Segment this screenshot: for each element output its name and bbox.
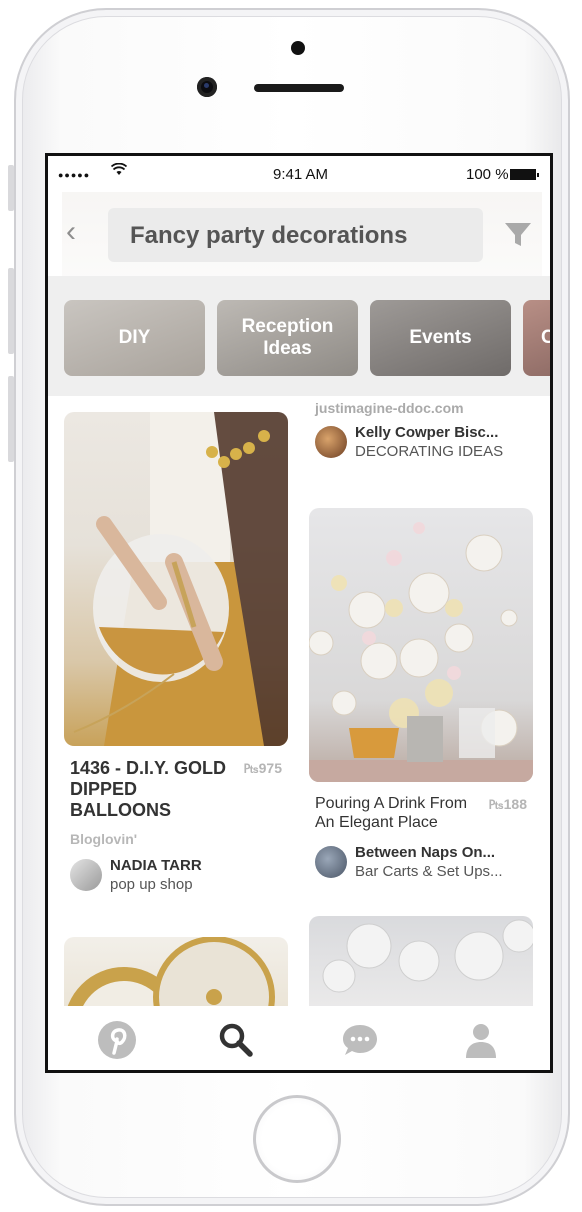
pin-save-count-value: 188	[503, 796, 527, 812]
pin-save-count: ₧188	[488, 796, 527, 812]
pinner-avatar[interactable]	[315, 426, 347, 458]
pin-save-icon: ₧	[243, 760, 259, 776]
pin-image-gold-balloon[interactable]	[64, 412, 288, 746]
feed-column-left: 1436 - D.I.Y. GOLD DIPPED BALLOONS ₧975 …	[64, 412, 288, 1006]
pin-image-paper-fans[interactable]	[64, 937, 288, 1006]
volume-up-button	[8, 268, 14, 354]
battery-percentage: 100 %	[466, 166, 509, 183]
app-screen: ●●●●● 9:41 AM 100 % ‹ Fancy party decora…	[45, 153, 553, 1073]
pinner-name: Kelly Cowper Bisc...	[355, 424, 499, 441]
feed-column-right: justimagine-ddoc.com Kelly Cowper Bisc..…	[309, 396, 533, 1006]
guided-search-strip: DIY Reception Ideas Events C	[48, 276, 550, 396]
pin-source[interactable]: justimagine-ddoc.com	[309, 400, 533, 416]
pinner-avatar[interactable]	[70, 859, 102, 891]
pin-title-row: Pouring A Drink From An Elegant Place ₧1…	[309, 794, 533, 832]
signal-strength-icon: ●●●●●	[58, 170, 91, 180]
status-time: 9:41 AM	[273, 166, 329, 183]
proximity-sensor	[291, 41, 305, 55]
guide-chip-label: Events	[409, 327, 472, 348]
guide-chip-diy[interactable]: DIY	[64, 300, 205, 376]
search-input[interactable]: Fancy party decorations	[108, 208, 483, 262]
battery-icon	[510, 169, 539, 180]
pin-source[interactable]: Bloglovin'	[64, 831, 288, 847]
volume-down-button	[8, 376, 14, 462]
paper-fans-illustration	[67, 937, 275, 1006]
guide-chip-partial[interactable]: C	[523, 300, 550, 376]
gold-balloon-illustration	[73, 412, 288, 746]
pinner-name: NADIA TARR	[110, 857, 202, 874]
guide-chip-label: Reception Ideas	[241, 316, 334, 359]
board-name: Bar Carts & Set Ups...	[355, 863, 503, 880]
pin-attribution[interactable]: NADIA TARR pop up shop	[64, 857, 288, 895]
balloon-window-illustration	[322, 919, 533, 993]
guide-chip-reception-ideas[interactable]: Reception Ideas	[217, 300, 358, 376]
pin-image-drink-station[interactable]	[309, 508, 533, 782]
pinterest-logo-icon[interactable]	[97, 1020, 137, 1060]
filter-icon[interactable]	[504, 222, 532, 248]
pinner-avatar[interactable]	[315, 846, 347, 878]
pin-save-count-value: 975	[258, 760, 282, 776]
status-bar: ●●●●● 9:41 AM 100 %	[48, 156, 550, 192]
pinner-name: Between Naps On...	[355, 844, 496, 861]
board-name: DECORATING IDEAS	[355, 443, 504, 460]
pin-attribution[interactable]: Kelly Cowper Bisc... DECORATING IDEAS	[309, 424, 533, 462]
profile-icon[interactable]	[461, 1020, 501, 1060]
home-button[interactable]	[253, 1095, 341, 1183]
guide-chip-label: C	[541, 327, 550, 349]
wifi-icon	[110, 162, 128, 181]
search-header: ‹ Fancy party decorations	[48, 192, 550, 276]
pin-save-icon: ₧	[488, 796, 504, 812]
guide-chip-events[interactable]: Events	[370, 300, 511, 376]
mute-switch	[8, 165, 14, 211]
tab-bar	[48, 1006, 550, 1070]
earpiece-speaker	[254, 84, 344, 92]
pin-title-row: 1436 - D.I.Y. GOLD DIPPED BALLOONS ₧975	[64, 758, 288, 821]
pin-feed: 1436 - D.I.Y. GOLD DIPPED BALLOONS ₧975 …	[48, 396, 550, 1006]
board-name: pop up shop	[110, 876, 193, 893]
pin-save-count: ₧975	[243, 760, 282, 776]
search-icon[interactable]	[216, 1020, 256, 1060]
back-chevron-icon[interactable]: ‹	[66, 217, 76, 247]
balloon-wall-illustration	[309, 522, 533, 782]
chat-icon[interactable]	[340, 1020, 380, 1060]
pin-attribution[interactable]: Between Naps On... Bar Carts & Set Ups..…	[309, 844, 533, 882]
front-camera	[197, 77, 217, 97]
guide-chip-label: DIY	[118, 327, 151, 348]
search-query-text: Fancy party decorations	[130, 222, 408, 249]
pin-image-balloon-window[interactable]	[309, 916, 533, 1006]
